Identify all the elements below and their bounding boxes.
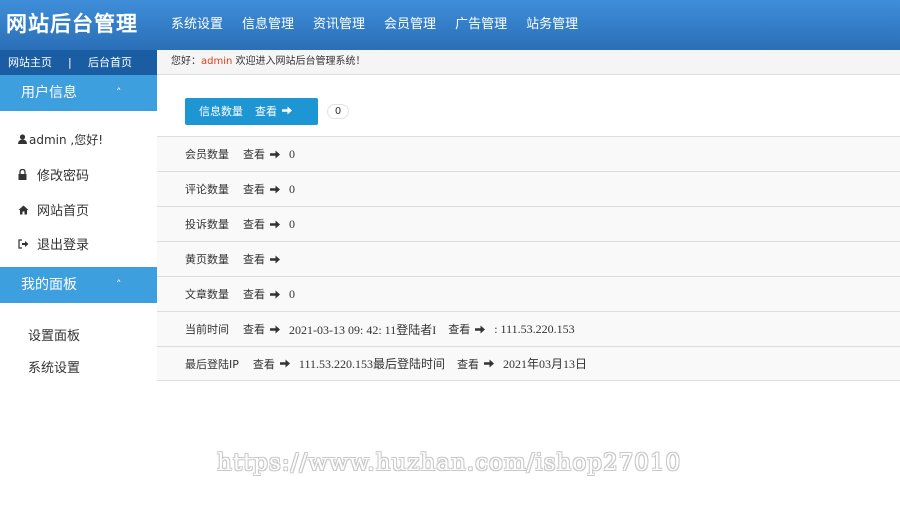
- logout-label: 退出登录: [37, 238, 90, 253]
- view-link[interactable]: 查看: [243, 181, 265, 197]
- info-view-label: 查看: [255, 105, 277, 118]
- view-link[interactable]: 查看: [243, 251, 265, 267]
- arrow-right-icon: [484, 359, 495, 368]
- link-separator: |: [68, 56, 72, 69]
- view-link[interactable]: 查看: [243, 146, 265, 162]
- arrow-right-icon: [270, 220, 280, 229]
- system-settings-link[interactable]: 系统设置: [28, 357, 80, 376]
- stat-value: 111.53.220.153最后登陆时间: [298, 357, 446, 371]
- stat-row-articles: 文章数量 查看 0: [157, 276, 900, 311]
- view-link[interactable]: 查看: [243, 321, 265, 337]
- my-panel-section-title: 我的面板: [21, 277, 77, 293]
- top-nav-info-management[interactable]: 信息管理: [242, 0, 294, 50]
- stat-row-current-time: 当前时间 查看 2021-03-13 09: 42: 11登陆者I 查看 : 1…: [157, 311, 900, 346]
- top-nav-site-affairs[interactable]: 站务管理: [526, 0, 578, 50]
- arrow-right-icon: [270, 325, 280, 334]
- stat-label: 当前时间: [185, 323, 229, 336]
- arrow-right-icon: [270, 150, 280, 159]
- stat-value-secondary: 2021年03月13日: [503, 357, 588, 371]
- top-bar: 网站后台管理 系统设置 信息管理 资讯管理 会员管理 广告管理 站务管理: [0, 0, 900, 50]
- site-home-link[interactable]: 网站主页: [8, 50, 52, 75]
- site-home-nav-label: 网站首页: [37, 204, 90, 219]
- stat-row-comments: 评论数量 查看 0: [157, 171, 900, 206]
- arrow-right-icon: [282, 106, 292, 115]
- change-password-label: 修改密码: [37, 169, 90, 184]
- welcome-bar: 您好：admin 欢迎进入网站后台管理系统！: [157, 50, 900, 75]
- admin-home-link[interactable]: 后台首页: [88, 50, 132, 75]
- stat-label: 黄页数量: [185, 253, 229, 266]
- change-password-link[interactable]: 修改密码: [18, 165, 89, 184]
- lock-icon: [18, 168, 32, 183]
- arrow-right-icon: [270, 185, 280, 194]
- sub-links-bar: 网站主页 | 后台首页: [0, 50, 157, 75]
- user-info-section-header[interactable]: 用户信息 ˄: [0, 75, 157, 111]
- top-nav-system-settings[interactable]: 系统设置: [171, 0, 223, 50]
- view-link[interactable]: 查看: [448, 321, 470, 337]
- view-link[interactable]: 查看: [457, 356, 479, 372]
- sidebar: 用户信息 ˄ admin ,您好! 修改密码 网站首页 退出登录 我的面板 ˄ …: [0, 75, 157, 518]
- logout-link[interactable]: 退出登录: [18, 234, 89, 253]
- stat-value: 0: [289, 216, 295, 231]
- info-count-badge: 0: [327, 104, 349, 119]
- stat-value: 0: [289, 146, 295, 161]
- stat-value: 0: [289, 286, 295, 301]
- view-link[interactable]: 查看: [243, 216, 265, 232]
- stat-value: 0: [289, 181, 295, 196]
- view-link[interactable]: 查看: [243, 286, 265, 302]
- view-link[interactable]: 查看: [253, 356, 275, 372]
- site-home-nav-link[interactable]: 网站首页: [18, 200, 89, 219]
- top-nav-member-management[interactable]: 会员管理: [384, 0, 436, 50]
- user-greeting: admin ,您好!: [18, 131, 103, 148]
- home-icon: [18, 205, 32, 218]
- user-icon: [18, 134, 28, 147]
- stat-label: 文章数量: [185, 288, 229, 301]
- panel-settings-link[interactable]: 设置面板: [28, 325, 80, 344]
- arrow-right-icon: [270, 290, 280, 299]
- chevron-up-icon: ˄: [116, 278, 122, 291]
- stat-label: 投诉数量: [185, 218, 229, 231]
- stat-value-secondary: : 111.53.220.153: [494, 321, 575, 336]
- top-nav-ad-management[interactable]: 广告管理: [455, 0, 507, 50]
- user-greeting-text: admin ,您好!: [29, 133, 104, 147]
- arrow-right-icon: [279, 359, 290, 368]
- site-logo: 网站后台管理: [6, 12, 138, 36]
- my-panel-section-header[interactable]: 我的面板 ˄: [0, 267, 157, 303]
- stat-row-last-login-ip: 最后登陆IP 查看 111.53.220.153最后登陆时间 查看 2021年0…: [157, 346, 900, 381]
- info-count-row: 信息数量 查看 0: [157, 76, 900, 136]
- watermark-text: https://www.huzhan.com/ishop27010: [217, 450, 682, 476]
- stat-row-yellow-pages: 黄页数量 查看: [157, 241, 900, 276]
- info-count-button[interactable]: 信息数量 查看: [185, 98, 318, 125]
- stat-label: 会员数量: [185, 148, 229, 161]
- user-info-section-title: 用户信息: [21, 85, 77, 101]
- stat-label: 最后登陆IP: [185, 357, 239, 371]
- welcome-prefix: 您好：: [171, 56, 201, 67]
- stat-row-complaints: 投诉数量 查看 0: [157, 206, 900, 241]
- top-nav: 系统设置 信息管理 资讯管理 会员管理 广告管理 站务管理: [171, 0, 597, 50]
- stat-label: 评论数量: [185, 183, 229, 196]
- chevron-up-icon: ˄: [116, 86, 122, 99]
- stat-value: 2021-03-13 09: 42: 11登陆者I: [289, 322, 437, 337]
- arrow-right-icon: [475, 325, 486, 334]
- welcome-username: admin: [201, 56, 233, 67]
- stat-row-members: 会员数量 查看 0: [157, 136, 900, 171]
- sign-out-icon: [18, 239, 32, 252]
- top-nav-news-management[interactable]: 资讯管理: [313, 0, 365, 50]
- arrow-right-icon: [270, 255, 280, 264]
- info-count-label: 信息数量: [199, 105, 243, 118]
- welcome-suffix: 欢迎进入网站后台管理系统！: [232, 56, 366, 67]
